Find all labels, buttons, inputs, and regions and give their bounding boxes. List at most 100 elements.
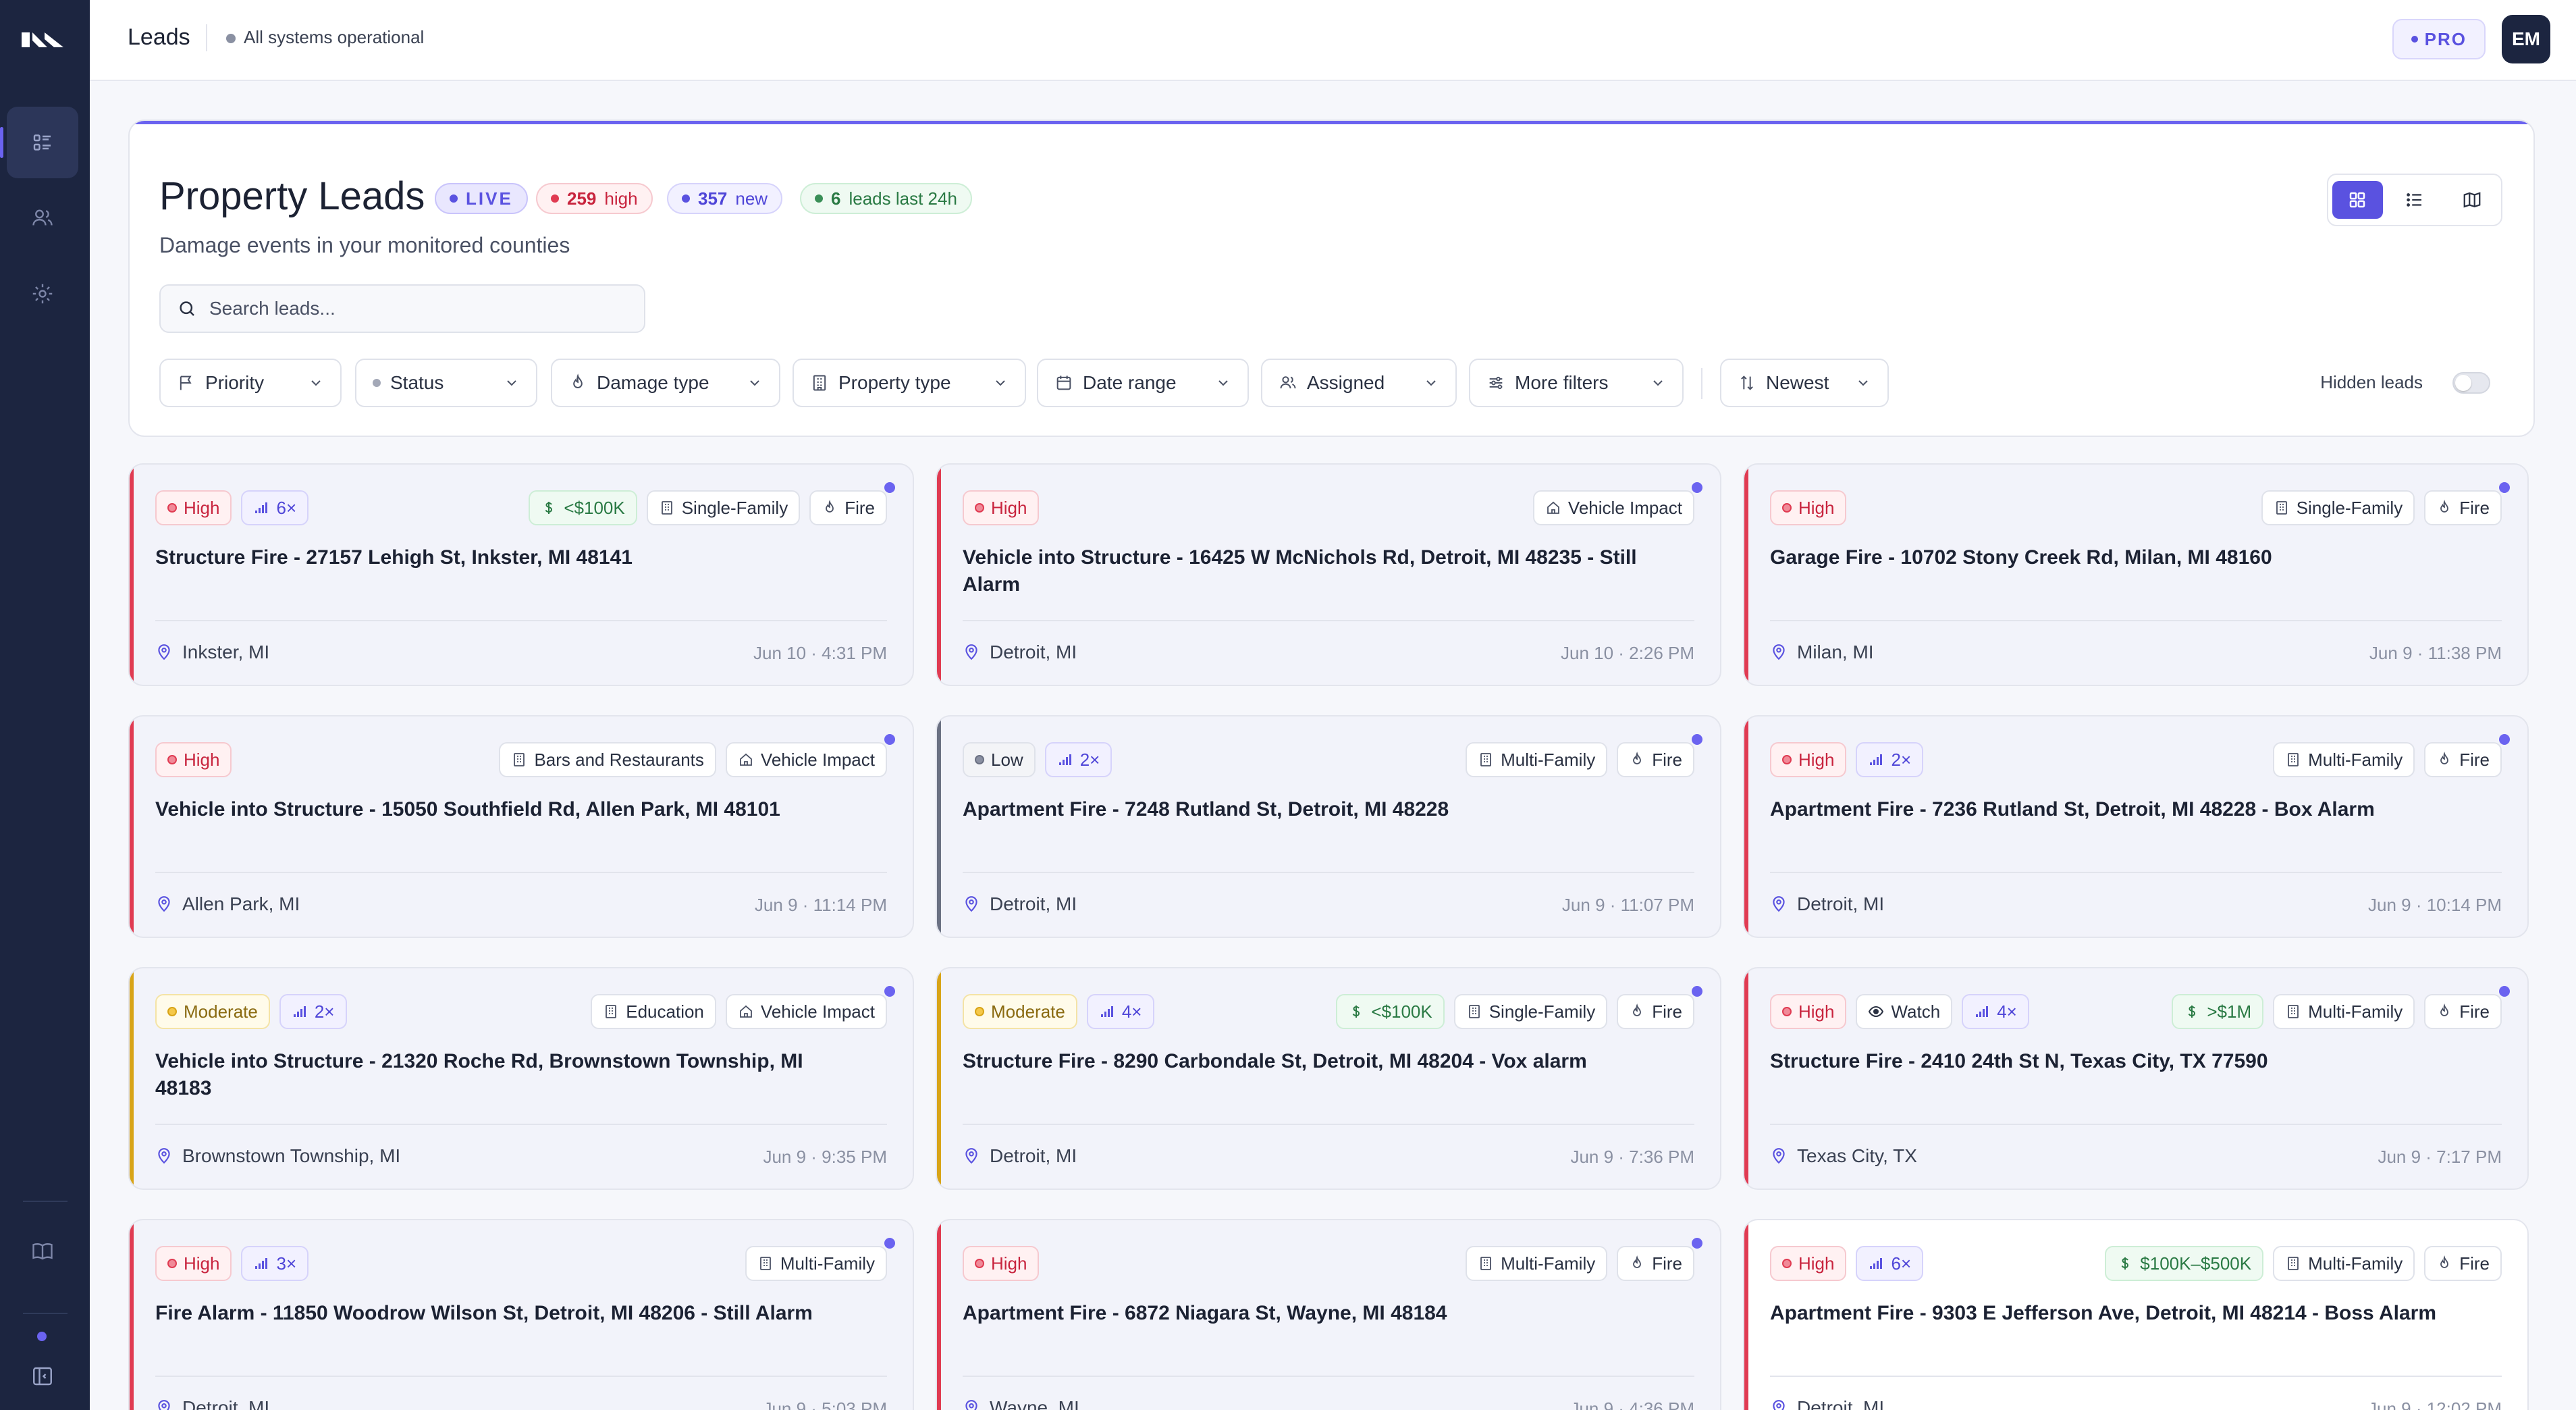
lead-title[interactable]: Apartment Fire - 9303 E Jefferson Ave, D… [1770, 1300, 2460, 1327]
lead-card[interactable]: High 6× <$100K Single-Family Fire Structure F… [128, 463, 914, 686]
card-divider [963, 1376, 1694, 1377]
priority-label: High [991, 1253, 1027, 1274]
app-logo[interactable] [20, 26, 65, 53]
lead-tags: High Bars and Restaurants Vehicle Impact [155, 742, 887, 777]
lead-location: Texas City, TX [1770, 1145, 1917, 1167]
priority-label: High [991, 497, 1027, 518]
location-pin-icon [158, 644, 170, 660]
lead-title[interactable]: Apartment Fire - 6872 Niagara St, Wayne,… [963, 1300, 1653, 1327]
property-type-label: Multi-Family [1501, 1253, 1596, 1274]
lead-card[interactable]: High Multi-Family Fire Apartment Fire - 687… [936, 1219, 1721, 1410]
more-filters-button[interactable]: More filters [1469, 359, 1684, 407]
lead-card[interactable]: Moderate 2× Education Vehicle Impact Vehicle… [128, 967, 914, 1190]
map-view-button[interactable] [2446, 181, 2497, 219]
lead-title[interactable]: Structure Fire - 2410 24th St N, Texas C… [1770, 1048, 2460, 1075]
lead-title[interactable]: Apartment Fire - 7236 Rutland St, Detroi… [1770, 796, 2460, 823]
lead-title[interactable]: Vehicle into Structure - 16425 W McNicho… [963, 544, 1653, 598]
plan-badge[interactable]: PRO [2392, 19, 2486, 59]
lead-title[interactable]: Vehicle into Structure - 21320 Roche Rd,… [155, 1048, 845, 1102]
flag-icon [180, 375, 192, 390]
lead-card[interactable]: Moderate 4× <$100K Single-Family Fire Structu… [936, 967, 1721, 1190]
card-divider [1770, 1124, 2502, 1125]
collapse-sidebar-button[interactable] [7, 1340, 78, 1410]
property-type-filter[interactable]: Property type [793, 359, 1026, 407]
nav-leads[interactable] [0, 107, 78, 178]
calendar-icon [1056, 375, 1071, 390]
priority-label: High [184, 749, 220, 770]
new-count-badge[interactable]: 357 new [667, 183, 783, 214]
high-count-badge[interactable]: 259 high [536, 183, 653, 214]
lead-title[interactable]: Garage Fire - 10702 Stony Creek Rd, Mila… [1770, 544, 2460, 571]
lead-card[interactable]: Low 2× Multi-Family Fire Apartment Fire - 72… [936, 715, 1721, 938]
lead-title[interactable]: Vehicle into Structure - 15050 Southfiel… [155, 796, 845, 823]
status-filter[interactable]: Status [355, 359, 537, 407]
lead-location: Detroit, MI [963, 642, 1077, 663]
damage-type-filter[interactable]: Damage type [551, 359, 780, 407]
user-avatar[interactable]: EM [2502, 15, 2550, 63]
lead-timestamp: Jun 9 · 11:14 PM [754, 895, 887, 915]
report-count-badge: 2× [279, 994, 347, 1029]
lead-card[interactable]: High 2× Multi-Family Fire Apartment Fire - 7… [1743, 715, 2529, 938]
grid-view-button[interactable] [2332, 181, 2383, 219]
lead-card[interactable]: High Vehicle Impact Vehicle into Structure… [936, 463, 1721, 686]
priority-badge: High [155, 742, 232, 777]
plan-badge-dot [2411, 36, 2418, 43]
location-pin-icon [1773, 1400, 1785, 1410]
lead-tags: High 2× Multi-Family Fire [1770, 742, 2502, 777]
report-count: 2× [1079, 749, 1100, 770]
lead-card[interactable]: High Bars and Restaurants Vehicle Impact Ve… [128, 715, 914, 938]
sort-dropdown[interactable]: Newest [1720, 359, 1889, 407]
search-input[interactable] [209, 298, 628, 319]
nav-settings[interactable] [7, 258, 78, 330]
list-view-icon [2407, 193, 2421, 207]
signal-icon [1058, 754, 1071, 765]
priority-badge: Moderate [963, 994, 1077, 1029]
lead-card[interactable]: High Watch 4× >$1M Multi-Family Fire Structure… [1743, 967, 2529, 1190]
watch-badge[interactable]: Watch [1856, 994, 1953, 1029]
priority-accent-bar [937, 465, 941, 685]
priority-badge: High [155, 490, 232, 525]
lead-title[interactable]: Fire Alarm - 11850 Woodrow Wilson St, De… [155, 1300, 845, 1327]
date-range-filter[interactable]: Date range [1037, 359, 1249, 407]
lead-tags: Low 2× Multi-Family Fire [963, 742, 1694, 777]
view-toggle [2327, 174, 2502, 226]
priority-filter-label: Priority [205, 372, 265, 393]
search-box [159, 284, 645, 333]
lead-tags-left: Moderate 2× [155, 994, 347, 1029]
lead-title[interactable]: Structure Fire - 27157 Lehigh St, Inkste… [155, 544, 845, 571]
chevron-down-icon [1653, 380, 1663, 386]
list-view-button[interactable] [2390, 181, 2440, 219]
lead-card[interactable]: High Single-Family Fire Garage Fire - 10702… [1743, 463, 2529, 686]
assigned-filter[interactable]: Assigned [1261, 359, 1457, 407]
property-type-label: Single-Family [681, 497, 788, 518]
hidden-leads-toggle[interactable] [2452, 372, 2490, 394]
lead-tags: High 6× <$100K Single-Family Fire [155, 490, 887, 525]
lead-location-label: Detroit, MI [990, 1145, 1077, 1166]
priority-dot [167, 755, 177, 764]
collapse-sidebar-icon [33, 1367, 52, 1386]
damage-type-badge: Fire [809, 490, 887, 525]
lead-title[interactable]: Structure Fire - 8290 Carbondale St, Det… [963, 1048, 1653, 1075]
property-type-label: Single-Family [2296, 497, 2403, 518]
priority-badge: High [1770, 490, 1847, 525]
lead-title[interactable]: Apartment Fire - 7248 Rutland St, Detroi… [963, 796, 1653, 823]
flame-icon [573, 373, 583, 388]
live-dot [450, 194, 458, 203]
flame-icon [1633, 752, 1642, 764]
nav-users[interactable] [7, 182, 78, 254]
lead-card[interactable]: High 3× Multi-Family Fire Alarm - 11850 Woo… [128, 1219, 914, 1410]
map-view-icon [2463, 192, 2481, 208]
priority-accent-bar [130, 716, 134, 937]
lead-tags-left: High [155, 742, 232, 777]
recent-count: 6 [831, 188, 841, 209]
high-label: high [604, 188, 638, 209]
priority-badge: High [1770, 742, 1847, 777]
lead-location: Brownstown Township, MI [155, 1145, 400, 1167]
nav-docs[interactable] [7, 1216, 78, 1287]
house-icon [1547, 501, 1559, 514]
priority-accent-bar [130, 1220, 134, 1410]
recent-count-badge[interactable]: 6 leads last 24h [800, 183, 972, 214]
lead-card[interactable]: High 6× $100K–$500K Multi-Family Fire Apartme… [1743, 1219, 2529, 1410]
priority-filter[interactable]: Priority [159, 359, 342, 407]
dollar-icon [2188, 1006, 2196, 1018]
